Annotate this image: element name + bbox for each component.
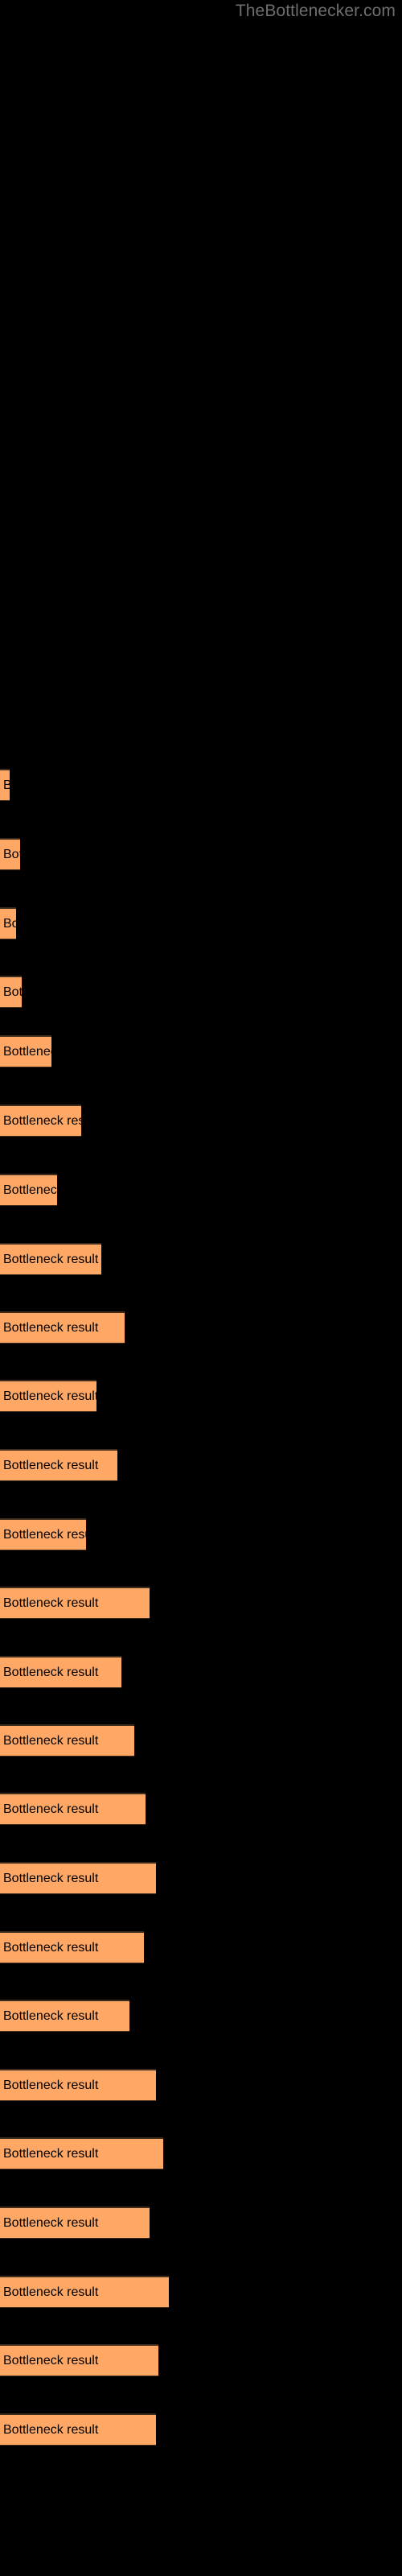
bar: Bottleneck result xyxy=(0,2069,156,2101)
bar: Bottleneck result xyxy=(0,2344,158,2376)
bar-label: Bottleneck result xyxy=(3,778,10,792)
bar-row: Bottleneck result xyxy=(0,976,402,1008)
bar: Bottleneck result xyxy=(0,1656,121,1688)
bar-label: Bottleneck result xyxy=(3,2353,99,2368)
bar-row: Bottleneck result xyxy=(0,907,402,939)
bar-row: Bottleneck result xyxy=(0,2413,402,2446)
bar-label: Bottleneck result xyxy=(3,1871,99,1885)
bar-label: Bottleneck result xyxy=(3,1802,99,1816)
bar-chart: TheBottlenecker.com Bottleneck result Bot… xyxy=(0,0,402,2576)
bar: Bottleneck result xyxy=(0,1035,51,1067)
bar-label: Bottleneck result xyxy=(3,916,16,931)
site-watermark: TheBottlenecker.com xyxy=(235,2,396,20)
bar-label: Bottleneck result xyxy=(3,847,20,861)
bar-label: Bottleneck result xyxy=(3,2008,99,2023)
bar: Bottleneck result xyxy=(0,1449,117,1481)
bar-row: Bottleneck result xyxy=(0,1656,402,1688)
bar: Bottleneck result xyxy=(0,1518,86,1550)
bar: Bottleneck result xyxy=(0,1243,101,1275)
bar-row: Bottleneck result xyxy=(0,1174,402,1206)
bar-label: Bottleneck result xyxy=(3,2215,99,2230)
bar-label: Bottleneck result xyxy=(3,1458,99,1472)
bar-row: Bottleneck result xyxy=(0,1518,402,1550)
bar-row: Bottleneck result xyxy=(0,769,402,801)
bar-label: Bottleneck result xyxy=(3,2146,99,2161)
bar: Bottleneck result xyxy=(0,1380,96,1412)
bar-label: Bottleneck result xyxy=(3,1252,99,1266)
bar-row: Bottleneck result xyxy=(0,2000,402,2032)
bar: Bottleneck result xyxy=(0,1931,144,1963)
bar-label: Bottleneck result xyxy=(3,2285,99,2299)
bar: Bottleneck result xyxy=(0,976,22,1008)
bar: Bottleneck result xyxy=(0,2276,169,2308)
bar-row: Bottleneck result xyxy=(0,2069,402,2101)
bar-row: Bottleneck result xyxy=(0,1243,402,1275)
bar-row: Bottleneck result xyxy=(0,838,402,870)
bar-row: Bottleneck result xyxy=(0,2276,402,2308)
bar: Bottleneck result xyxy=(0,1862,156,1894)
bar-label: Bottleneck result xyxy=(3,1527,86,1542)
bar-label: Bottleneck result xyxy=(3,1940,99,1955)
bar-row: Bottleneck result xyxy=(0,1104,402,1137)
bar: Bottleneck result xyxy=(0,1311,125,1344)
bar-row: Bottleneck result xyxy=(0,1035,402,1067)
bar-label: Bottleneck result xyxy=(3,1596,99,1610)
bar-row: Bottleneck result xyxy=(0,2207,402,2239)
bar: Bottleneck result xyxy=(0,2137,163,2169)
bar-row: Bottleneck result xyxy=(0,2344,402,2376)
bar: Bottleneck result xyxy=(0,2000,129,2032)
bar-label: Bottleneck result xyxy=(3,1733,99,1748)
bar-row: Bottleneck result xyxy=(0,1449,402,1481)
bar-label: Bottleneck result xyxy=(3,1044,51,1059)
bar: Bottleneck result xyxy=(0,838,20,870)
bar: Bottleneck result xyxy=(0,769,10,801)
bar-label: Bottleneck result xyxy=(3,2422,99,2437)
bar-label: Bottleneck result xyxy=(3,1320,99,1335)
bar-label: Bottleneck result xyxy=(3,1183,57,1197)
bar: Bottleneck result xyxy=(0,1174,57,1206)
bar-label: Bottleneck result xyxy=(3,985,22,999)
bar-row: Bottleneck result xyxy=(0,1380,402,1412)
bar: Bottleneck result xyxy=(0,1793,146,1825)
bar-row: Bottleneck result xyxy=(0,1793,402,1825)
bar-row: Bottleneck result xyxy=(0,1587,402,1619)
bar: Bottleneck result xyxy=(0,2207,150,2239)
bar: Bottleneck result xyxy=(0,1724,134,1757)
bar-row: Bottleneck result xyxy=(0,1931,402,1963)
bar: Bottleneck result xyxy=(0,1587,150,1619)
bar-row: Bottleneck result xyxy=(0,2137,402,2169)
bar: Bottleneck result xyxy=(0,907,16,939)
bar-label: Bottleneck result xyxy=(3,1389,96,1403)
bar-row: Bottleneck result xyxy=(0,1724,402,1757)
bar-row: Bottleneck result xyxy=(0,1311,402,1344)
bar-row: Bottleneck result xyxy=(0,1862,402,1894)
bar: Bottleneck result xyxy=(0,1104,81,1137)
bar-label: Bottleneck result xyxy=(3,1665,99,1679)
bar: Bottleneck result xyxy=(0,2413,156,2446)
bar-label: Bottleneck result xyxy=(3,2078,99,2092)
bar-label: Bottleneck result xyxy=(3,1113,81,1128)
